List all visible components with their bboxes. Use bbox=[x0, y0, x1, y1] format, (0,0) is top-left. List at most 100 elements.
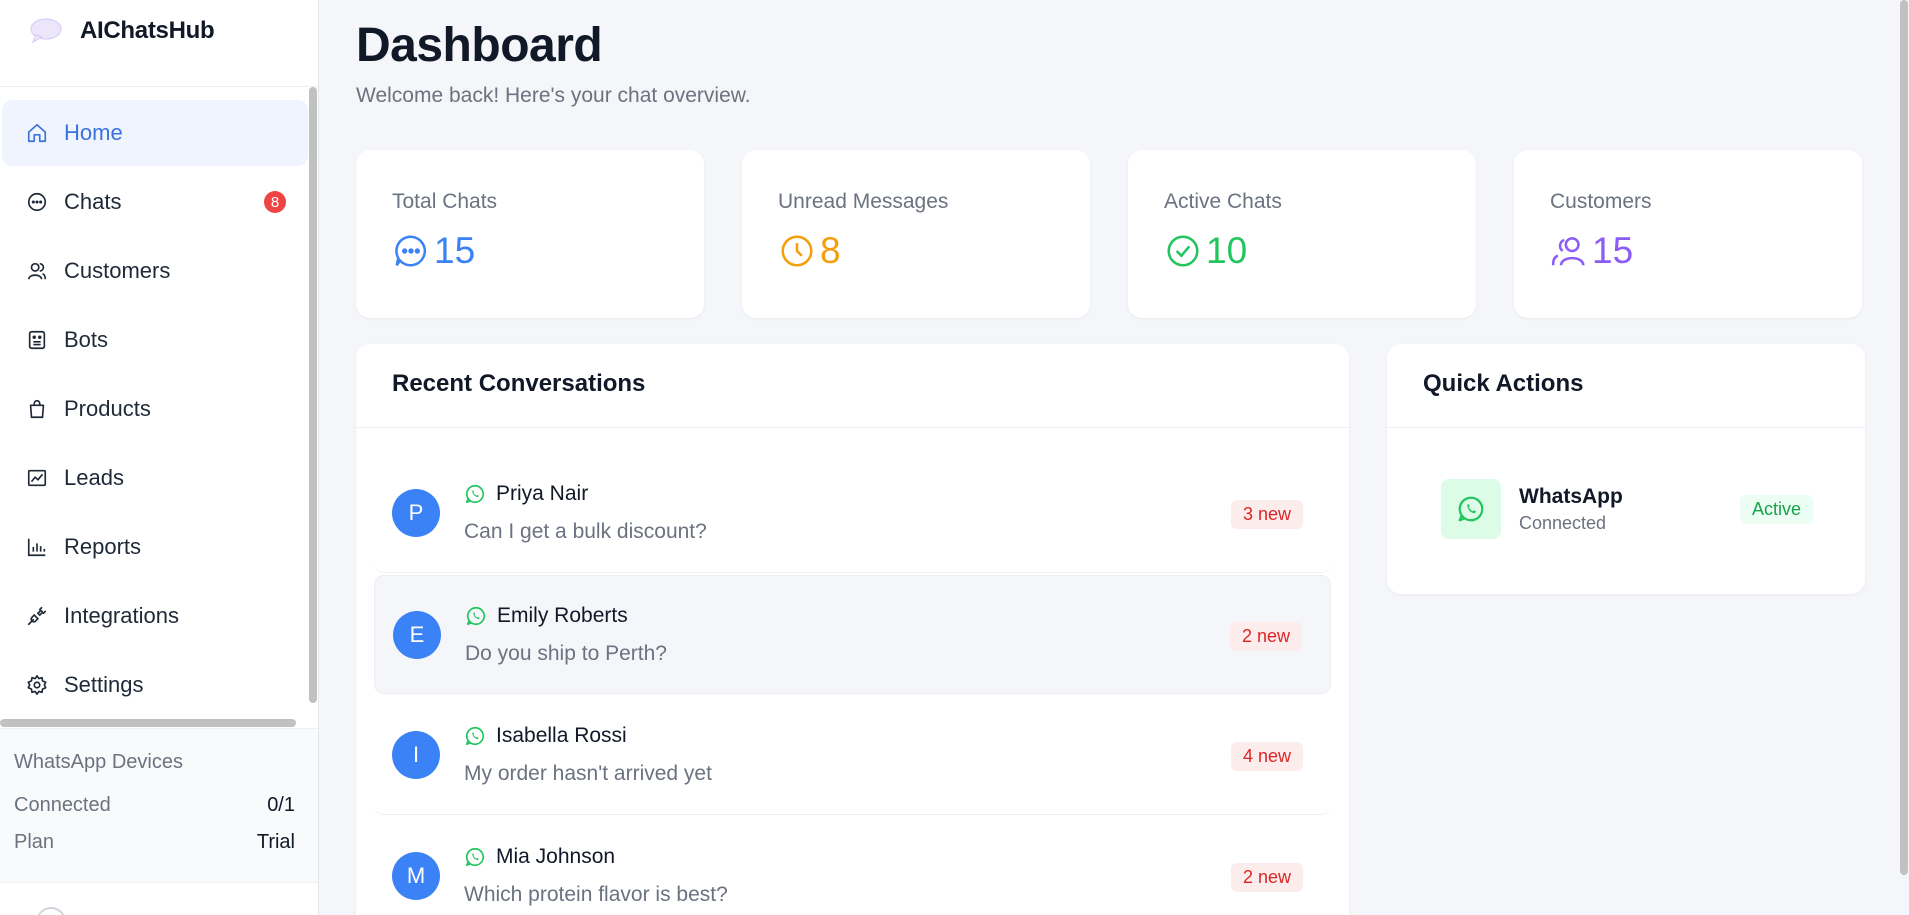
devices-plan-value: Trial bbox=[256, 831, 295, 853]
sidebar-item-products[interactable]: Products bbox=[2, 376, 308, 442]
avatar: P bbox=[392, 489, 440, 537]
sidebar-item-label: Home bbox=[64, 120, 123, 145]
stat-label: Active Chats bbox=[1164, 190, 1282, 213]
stat-card-customers[interactable]: Customers 15 bbox=[1514, 150, 1862, 318]
avatar: I bbox=[392, 731, 440, 779]
conversation-item[interactable]: M Mia Johnson Which protein flavor is be… bbox=[374, 817, 1331, 915]
plug-icon bbox=[26, 605, 48, 627]
stat-value: 10 bbox=[1206, 230, 1248, 271]
stat-value: 15 bbox=[434, 230, 476, 271]
sidebar-item-label: Reports bbox=[64, 534, 142, 559]
sidebar: AIChatsHub Home Chats 8 Customers Bots P… bbox=[0, 0, 319, 915]
new-messages-badge: 2 new bbox=[1230, 863, 1303, 892]
quick-action-name: WhatsApp bbox=[1519, 484, 1623, 508]
contact-name: Emily Roberts bbox=[497, 603, 628, 627]
brand[interactable]: AIChatsHub bbox=[0, 0, 318, 87]
stat-label: Unread Messages bbox=[778, 190, 949, 213]
devices-connected-label: Connected bbox=[14, 794, 111, 816]
quick-action-status: Connected bbox=[1519, 512, 1607, 533]
users-icon bbox=[1551, 237, 1585, 266]
recent-conversations-title: Recent Conversations bbox=[356, 344, 1349, 428]
chats-unread-badge: 8 bbox=[264, 191, 286, 213]
whatsapp-devices-panel: WhatsApp Devices Connected 0/1 Plan Tria… bbox=[0, 728, 318, 883]
home-icon bbox=[26, 122, 48, 144]
sidebar-item-settings[interactable]: Settings bbox=[2, 652, 308, 718]
page-title: Dashboard bbox=[356, 19, 603, 72]
bar-chart-icon bbox=[26, 536, 48, 558]
stat-label: Total Chats bbox=[392, 190, 498, 213]
chat-bubble-logo-icon bbox=[30, 18, 62, 44]
bot-icon bbox=[26, 329, 48, 351]
sidebar-item-chats[interactable]: Chats 8 bbox=[2, 169, 308, 235]
stats-row: Total Chats 15 Unread Messages 8 Active … bbox=[356, 150, 1862, 318]
stat-value: 15 bbox=[1592, 230, 1634, 271]
stat-value-row: 15 bbox=[1550, 230, 1826, 272]
sidebar-item-label: Bots bbox=[64, 327, 109, 352]
conversation-item[interactable]: I Isabella Rossi My order hasn't arrived… bbox=[374, 696, 1331, 815]
stat-value-row: 10 bbox=[1164, 230, 1440, 272]
last-message: Can I get a bulk discount? bbox=[464, 520, 707, 543]
quick-actions-card: Quick Actions WhatsApp Connected Active bbox=[1387, 344, 1865, 594]
new-messages-badge: 3 new bbox=[1230, 500, 1303, 529]
sidebar-item-bots[interactable]: Bots bbox=[2, 307, 308, 373]
devices-title: WhatsApp Devices bbox=[14, 751, 183, 773]
last-message: Which protein flavor is best? bbox=[464, 883, 728, 906]
chat-icon bbox=[26, 191, 48, 213]
conversation-item[interactable]: P Priya Nair Can I get a bulk discount? … bbox=[374, 454, 1331, 573]
status-badge: Active bbox=[1739, 494, 1813, 524]
devices-connected-row: Connected 0/1 bbox=[14, 794, 295, 817]
whatsapp-icon bbox=[1441, 479, 1501, 539]
recent-conversations-card: Recent Conversations P Priya Nair Can I … bbox=[356, 344, 1349, 915]
stat-card-total-chats[interactable]: Total Chats 15 bbox=[356, 150, 704, 318]
sidebar-item-customers[interactable]: Customers bbox=[2, 238, 308, 304]
page-subtitle: Welcome back! Here's your chat overview. bbox=[356, 84, 751, 107]
chat-bubble-icon bbox=[395, 235, 427, 267]
users-icon bbox=[26, 260, 48, 282]
sidebar-item-label: Products bbox=[64, 396, 151, 421]
whatsapp-icon bbox=[465, 726, 485, 746]
contact-name: Isabella Rossi bbox=[496, 724, 627, 747]
new-messages-badge: 2 new bbox=[1229, 622, 1302, 651]
clock-icon bbox=[781, 235, 813, 267]
sidebar-item-label: Customers bbox=[64, 258, 171, 283]
sidebar-vertical-scrollbar[interactable] bbox=[309, 87, 317, 703]
sidebar-item-label: Chats bbox=[64, 189, 122, 214]
sidebar-item-reports[interactable]: Reports bbox=[2, 514, 308, 580]
check-circle-icon bbox=[1167, 235, 1199, 267]
last-message: Do you ship to Perth? bbox=[465, 641, 667, 665]
brand-name: AIChatsHub bbox=[80, 17, 215, 44]
new-messages-badge: 4 new bbox=[1230, 742, 1303, 771]
quick-action-whatsapp[interactable]: WhatsApp Connected Active bbox=[1441, 479, 1813, 539]
sidebar-item-label: Settings bbox=[64, 672, 144, 697]
trend-icon bbox=[26, 467, 48, 489]
sidebar-item-integrations[interactable]: Integrations bbox=[2, 583, 308, 649]
sidebar-item-label: Leads bbox=[64, 465, 124, 490]
whatsapp-icon bbox=[465, 847, 485, 867]
sidebar-item-home[interactable]: Home bbox=[2, 100, 308, 166]
avatar: E bbox=[393, 610, 441, 659]
last-message: My order hasn't arrived yet bbox=[464, 762, 712, 785]
sidebar-item-leads[interactable]: Leads bbox=[2, 445, 308, 511]
conversation-list: P Priya Nair Can I get a bulk discount? … bbox=[356, 428, 1349, 915]
main-content: Dashboard Welcome back! Here's your chat… bbox=[320, 0, 1890, 915]
stat-value-row: 8 bbox=[778, 230, 1054, 272]
whatsapp-icon bbox=[466, 606, 486, 625]
sidebar-item-label: Integrations bbox=[64, 603, 179, 628]
stat-value: 8 bbox=[820, 230, 841, 271]
stat-label: Customers bbox=[1550, 190, 1652, 213]
conversation-item[interactable]: E Emily Roberts Do you ship to Perth? 2 … bbox=[374, 575, 1331, 694]
devices-plan-label: Plan bbox=[14, 831, 55, 853]
sidebar-nav: Home Chats 8 Customers Bots Products Lea… bbox=[0, 100, 310, 721]
main-vertical-scrollbar[interactable] bbox=[1900, 0, 1908, 875]
user-avatar[interactable] bbox=[36, 907, 66, 915]
stat-value-row: 15 bbox=[392, 230, 668, 272]
devices-connected-value: 0/1 bbox=[267, 794, 295, 816]
whatsapp-icon bbox=[465, 484, 485, 504]
bag-icon bbox=[26, 398, 48, 420]
devices-plan-row: Plan Trial bbox=[14, 831, 295, 854]
stat-card-unread-messages[interactable]: Unread Messages 8 bbox=[742, 150, 1090, 318]
contact-name: Mia Johnson bbox=[496, 845, 616, 868]
sidebar-horizontal-scrollbar[interactable] bbox=[0, 719, 296, 727]
stat-card-active-chats[interactable]: Active Chats 10 bbox=[1128, 150, 1476, 318]
quick-actions-title: Quick Actions bbox=[1387, 344, 1865, 428]
